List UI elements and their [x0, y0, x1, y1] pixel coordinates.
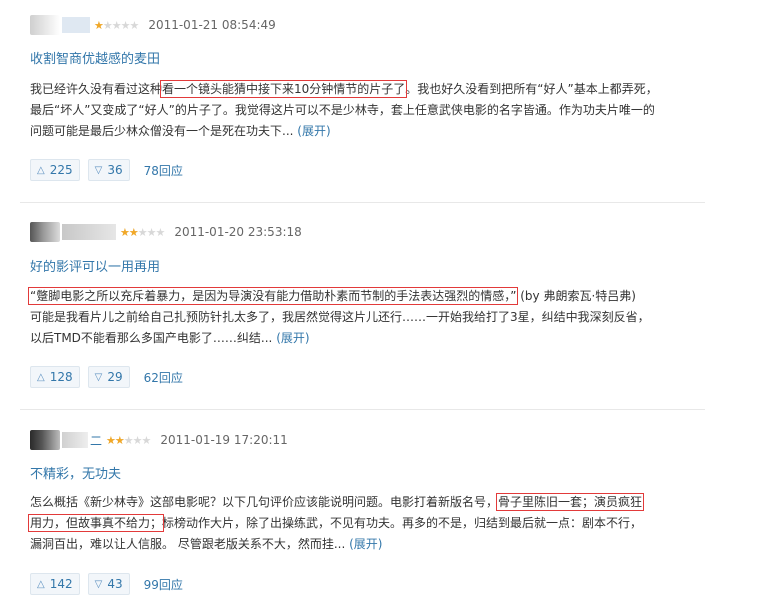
review-header: ★★★★★★★★★★ 2011-01-20 23:53:18 — [30, 220, 302, 244]
avatar[interactable] — [30, 15, 60, 35]
highlight-box: 看一个镜头能猜中接下来10分钟情节的片子了 — [160, 80, 408, 98]
upvote-button[interactable]: △ 142 — [30, 573, 80, 595]
review-title[interactable]: 好的影评可以一用再用 — [30, 256, 160, 275]
highlight-box: “蹩脚电影之所以充斥着暴力，是因为导演没有能力借助朴素而节制的手法表达强烈的情感… — [27, 287, 519, 305]
review-content: 我已经许久没有看过这种看一个镜头能猜中接下来10分钟情节的片子了。我也好久没看到… — [30, 79, 710, 142]
username[interactable]: 二 — [90, 432, 102, 449]
upvote-button[interactable]: △ 225 — [30, 159, 80, 181]
username[interactable] — [62, 224, 116, 240]
vote-bar: △ 142 ▽ 43 99回应 — [30, 573, 183, 595]
review-line: 怎么概括《新少林寺》这部电影呢？以下几句评价应该能说明问题。电影打着新版名号，骨… — [30, 493, 645, 511]
rating-stars-filled: ★★★★★ — [94, 19, 103, 31]
triangle-up-icon: △ — [37, 371, 45, 383]
divider — [20, 202, 705, 203]
review-line: “蹩脚电影之所以充斥着暴力，是因为导演没有能力借助朴素而节制的手法表达强烈的情感… — [27, 287, 636, 305]
review-timestamp: 2011-01-19 17:20:11 — [160, 433, 288, 447]
divider — [20, 409, 705, 410]
review-title[interactable]: 不精彩，无功夫 — [30, 463, 121, 482]
rating-stars: ★★★★★★★★★★ — [106, 433, 151, 447]
review-line: 漏洞百出，难以让人信服。 尽管跟老版关系不大，然而挂... (展开) — [30, 537, 383, 551]
review-line: 我已经许久没有看过这种看一个镜头能猜中接下来10分钟情节的片子了。我也好久没看到… — [30, 80, 658, 98]
review-header: ★★★★★★★★★★ 2011-01-21 08:54:49 — [30, 13, 276, 37]
vote-bar: △ 128 ▽ 29 62回应 — [30, 366, 183, 388]
review-title[interactable]: 收割智商优越感的麦田 — [30, 48, 160, 67]
rating-stars-filled: ★★★★★ — [106, 434, 124, 446]
downvote-button[interactable]: ▽ 36 — [87, 159, 130, 181]
rating-stars: ★★★★★★★★★★ — [94, 18, 139, 32]
expand-link[interactable]: (展开) — [276, 331, 309, 345]
avatar[interactable] — [30, 222, 60, 242]
username-blur — [62, 432, 88, 448]
review-line: 以后TMD不能看那么多国产电影了……纠结... (展开) — [30, 331, 310, 345]
replies-link[interactable]: 62回应 — [144, 369, 183, 386]
replies-link[interactable]: 99回应 — [144, 576, 183, 593]
review-timestamp: 2011-01-20 23:53:18 — [174, 225, 302, 239]
username[interactable] — [62, 17, 90, 33]
highlight-box: 用力，但故事真不给力； — [27, 514, 165, 532]
vote-bar: △ 225 ▽ 36 78回应 — [30, 159, 183, 181]
upvote-button[interactable]: △ 128 — [30, 366, 80, 388]
avatar[interactable] — [30, 430, 60, 450]
triangle-up-icon: △ — [37, 164, 45, 176]
review-line: 用力，但故事真不给力；标榜动作大片，除了出操练武，不见有功夫。再多的不是，归结到… — [27, 514, 643, 532]
review-content: 怎么概括《新少林寺》这部电影呢？以下几句评价应该能说明问题。电影打着新版名号，骨… — [27, 492, 710, 555]
triangle-down-icon: ▽ — [94, 164, 103, 176]
triangle-down-icon: ▽ — [94, 578, 103, 590]
highlight-box: 骨子里陈旧一套；演员疯狂 — [496, 493, 645, 511]
rating-stars-filled: ★★★★★ — [120, 226, 138, 238]
replies-link[interactable]: 78回应 — [144, 162, 183, 179]
triangle-up-icon: △ — [37, 578, 45, 590]
review-line: 最后“坏人”又变成了“好人”的片子了。我觉得这片可以不是少林寺，套上任意武侠电影… — [30, 103, 655, 117]
downvote-button[interactable]: ▽ 29 — [87, 366, 130, 388]
expand-link[interactable]: (展开) — [349, 537, 382, 551]
review-header: 二 ★★★★★★★★★★ 2011-01-19 17:20:11 — [30, 428, 288, 452]
downvote-button[interactable]: ▽ 43 — [87, 573, 130, 595]
expand-link[interactable]: (展开) — [297, 124, 330, 138]
review-timestamp: 2011-01-21 08:54:49 — [148, 18, 276, 32]
triangle-down-icon: ▽ — [94, 371, 103, 383]
review-line: 可能是我看片儿之前给自己扎预防针扎太多了，我居然觉得这片儿还行……一开始我给打了… — [30, 310, 650, 324]
review-content: “蹩脚电影之所以充斥着暴力，是因为导演没有能力借助朴素而节制的手法表达强烈的情感… — [27, 286, 710, 349]
rating-stars: ★★★★★★★★★★ — [120, 225, 165, 239]
review-line: 问题可能是最后少林众僧没有一个是死在功夫下... (展开) — [30, 124, 331, 138]
